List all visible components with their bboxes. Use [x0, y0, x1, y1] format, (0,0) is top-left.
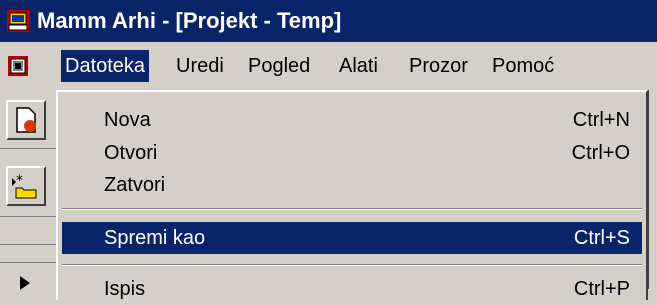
menu-item-ispis[interactable]: Ispis Ctrl+P — [62, 273, 642, 305]
menu-item-label: Nova — [104, 109, 151, 131]
toolbar-divider — [0, 244, 56, 245]
svg-text:*: * — [16, 173, 23, 189]
document-system-icon[interactable] — [6, 54, 30, 78]
menu-separator — [62, 264, 642, 266]
add-folder-button[interactable]: * — [6, 166, 46, 206]
menu-bar: Datoteka Uredi Pogled Alati Prozor Pomoć — [0, 42, 657, 91]
menu-item-label: Ispis — [104, 278, 146, 300]
app-computer-icon[interactable] — [6, 9, 30, 33]
toolbar-divider — [0, 216, 56, 217]
menu-item-shortcut: Ctrl+S — [573, 227, 630, 249]
file-menu-dropdown: Nova Ctrl+N Otvori Ctrl+O Zatvori Spremi… — [56, 90, 648, 300]
add-folder-icon: * — [8, 173, 44, 208]
menu-pomoc[interactable]: Pomoć — [488, 50, 558, 82]
menu-item-shortcut: Ctrl+N — [572, 109, 630, 131]
menu-item-otvori[interactable]: Otvori Ctrl+O — [62, 137, 642, 169]
title-bar: Mamm Arhi - [Projekt - Temp] — [0, 0, 657, 42]
menu-pogled[interactable]: Pogled — [244, 50, 314, 82]
window-title: Mamm Arhi - [Projekt - Temp] — [37, 8, 342, 33]
menu-item-spremi-kao[interactable]: Spremi kao Ctrl+S — [62, 222, 642, 254]
menu-item-label: Otvori — [104, 142, 158, 164]
toolbar-divider — [0, 148, 56, 149]
new-document-button[interactable] — [6, 100, 46, 140]
arrow-right-icon[interactable] — [18, 276, 32, 295]
toolbar-divider — [0, 262, 56, 263]
menu-item-label: Spremi kao — [104, 227, 206, 249]
menu-item-zatvori[interactable]: Zatvori — [62, 169, 642, 201]
menu-item-shortcut: Ctrl+P — [573, 278, 630, 300]
menu-datoteka[interactable]: Datoteka — [61, 50, 150, 82]
menu-separator — [62, 208, 642, 210]
menu-item-nova[interactable]: Nova Ctrl+N — [62, 104, 642, 136]
window-edge — [647, 90, 657, 289]
menu-alati[interactable]: Alati — [335, 50, 382, 82]
menu-item-shortcut: Ctrl+O — [571, 142, 630, 164]
menu-item-label: Zatvori — [104, 174, 166, 196]
menu-prozor[interactable]: Prozor — [405, 50, 472, 82]
menu-uredi[interactable]: Uredi — [172, 50, 228, 82]
left-toolbar: * — [0, 90, 57, 290]
new-document-icon — [8, 107, 44, 142]
